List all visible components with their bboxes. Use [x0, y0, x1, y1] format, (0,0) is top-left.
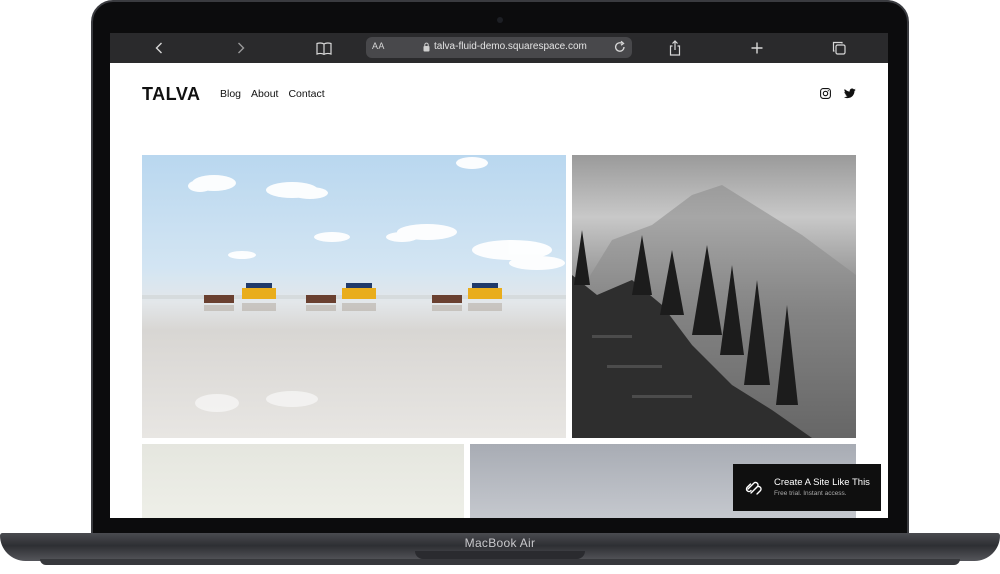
browser-toolbar: AA talva-fluid-demo.squarespace.com	[110, 33, 888, 63]
twitter-icon[interactable]	[844, 88, 856, 99]
reader-options-button[interactable]: AA	[372, 41, 385, 51]
nav-item-about[interactable]: About	[251, 88, 278, 100]
instagram-icon[interactable]	[820, 88, 831, 99]
camera	[497, 17, 503, 23]
site-logo[interactable]: TALVA	[142, 84, 201, 105]
laptop-foot	[40, 559, 960, 565]
device-label: MacBook Air	[464, 536, 536, 550]
tabs-overview-icon[interactable]	[831, 37, 847, 59]
mountain-scene	[572, 185, 856, 438]
nav-item-contact[interactable]: Contact	[288, 88, 324, 100]
carriages-scene	[142, 157, 566, 412]
nav-item-blog[interactable]: Blog	[220, 88, 241, 100]
badge-subtitle: Free trial. Instant access.	[774, 490, 847, 497]
badge-title: Create A Site Like This	[774, 477, 870, 488]
base-notch	[415, 551, 585, 559]
browser-screen: AA talva-fluid-demo.squarespace.com TALV…	[110, 33, 888, 518]
address-bar[interactable]: AA talva-fluid-demo.squarespace.com	[366, 37, 632, 58]
gallery-image-carriages[interactable]	[142, 155, 566, 438]
forward-icon[interactable]	[234, 37, 248, 59]
lock-icon	[423, 42, 430, 52]
device-mockup: AA talva-fluid-demo.squarespace.com TALV…	[0, 0, 1000, 574]
new-tab-icon[interactable]	[750, 37, 764, 59]
reload-icon[interactable]	[613, 40, 627, 54]
gallery-image-mountain[interactable]	[572, 155, 856, 438]
share-icon[interactable]	[667, 37, 683, 59]
gallery-image-haze[interactable]	[142, 444, 464, 518]
url-text: talva-fluid-demo.squarespace.com	[434, 41, 587, 52]
squarespace-logo-icon	[745, 481, 762, 495]
bookmarks-icon[interactable]	[315, 37, 333, 59]
back-icon[interactable]	[152, 37, 166, 59]
site-nav: Blog About Contact	[220, 88, 335, 100]
create-site-badge[interactable]: Create A Site Like This Free trial. Inst…	[733, 464, 881, 511]
